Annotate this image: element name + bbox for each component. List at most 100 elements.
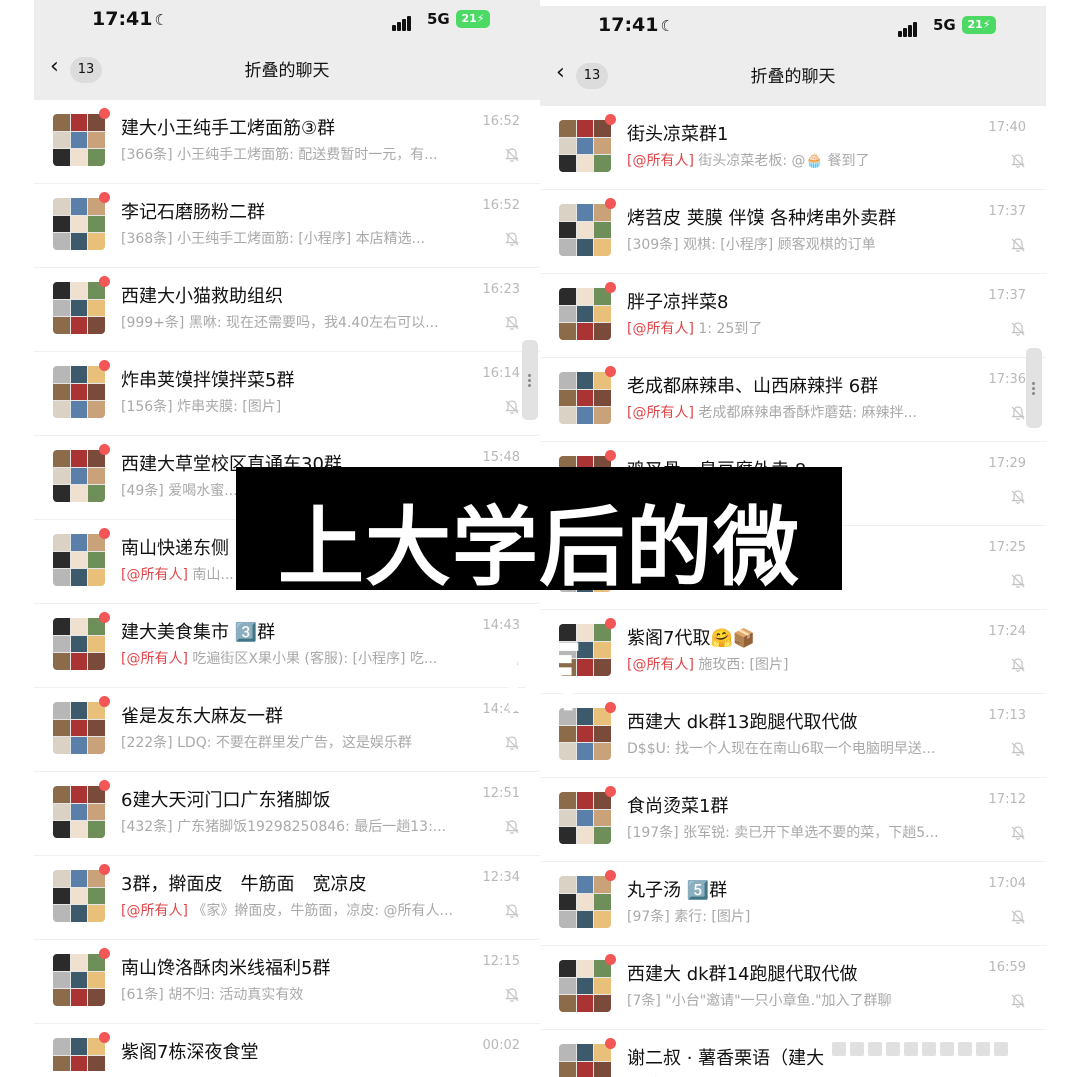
chat-row[interactable]: 炸串荚馍拌馍拌菜5群 16:14 [156条] 炸串夹膜: [图片] [34, 352, 540, 436]
chat-preview: [@所有人] 1: 25到了 [627, 318, 987, 338]
unread-dot [605, 1038, 616, 1049]
unread-dot [99, 612, 110, 623]
chat-preview: [156条] 炸串夹膜: [图片] [121, 396, 481, 416]
unread-dot [605, 786, 616, 797]
mute-bell-icon [505, 232, 519, 246]
signal-icon [392, 12, 412, 31]
group-avatar [53, 618, 105, 670]
chat-name: 李记石磨肠粉二群 [121, 202, 265, 223]
chat-preview: [61条] 胡不归: 活动真实有效 [121, 984, 481, 1004]
nav-bar: ‹ 13 折叠的聊天 [34, 52, 540, 88]
chat-preview: [309条] 观棋: [小程序] 顾客观棋的订单 [627, 234, 987, 254]
chat-name: 街头凉菜群1 [627, 124, 729, 145]
mute-bell-icon [505, 988, 519, 1002]
chat-time: 17:25 [988, 540, 1026, 555]
chat-name: 6建大天河门口广东猪脚饭 [121, 790, 331, 811]
group-avatar [559, 288, 611, 340]
battery-icon: 21⚡ [962, 16, 996, 34]
chat-name: 西建大 dk群14跑腿代取代做 [627, 964, 858, 985]
chat-row[interactable]: 紫阁7栋深夜食堂 00:02 [237条] Momoga: [动画表情] [34, 1024, 540, 1071]
mute-bell-icon [1011, 406, 1025, 420]
unread-dot [605, 114, 616, 125]
preview-text: 街头凉菜老板: @🧁 餐到了 [698, 153, 870, 169]
group-avatar [53, 282, 105, 334]
group-avatar [53, 114, 105, 166]
mute-bell-icon [1011, 658, 1025, 672]
chat-row[interactable]: 老成都麻辣串、山西麻辣拌 6群 17:36 [@所有人] 老成都麻辣串香酥炸蘑菇… [540, 358, 1046, 442]
unread-dot [99, 780, 110, 791]
chat-name: 南山馋洛酥肉米线福利5群 [121, 958, 331, 979]
chat-time: 17:29 [988, 456, 1026, 471]
preview-text: LDQ: 不要在群里发广告，这是娱乐群 [177, 735, 412, 751]
preview-text: 胡不归: 活动真实有效 [168, 987, 304, 1003]
status-time: 17:41 ☾ [92, 8, 168, 30]
chat-row[interactable]: 西建大小猫救助组织 16:23 [999+条] 黑咻: 现在还需要吗，我4.40… [34, 268, 540, 352]
chat-name: 胖子凉拌菜8 [627, 292, 729, 313]
chat-time: 16:23 [482, 282, 520, 297]
chat-row[interactable]: 烤苕皮 荚膜 伴馍 各种烤串外卖群 17:37 [309条] 观棋: [小程序]… [540, 190, 1046, 274]
chat-row[interactable]: 西建大 dk群14跑腿代取代做 16:59 [7条] "小台"邀请"一只小章鱼.… [540, 946, 1046, 1030]
moon-icon: ☾ [154, 11, 168, 29]
signal-icon [898, 18, 918, 37]
group-avatar [53, 198, 105, 250]
chat-preview: [368条] 小王纯手工烤面筋: [小程序] 本店精选... [121, 228, 481, 248]
top-bar: 17:41 ☾ 5G 21⚡ ‹ 13 折叠的聊天 [34, 0, 540, 100]
chat-preview: [@所有人] 老成都麻辣串香酥炸蘑菇: 麻辣拌... [627, 402, 987, 422]
status-time: 17:41 ☾ [598, 14, 674, 36]
group-avatar [53, 1038, 105, 1071]
unread-dot [605, 954, 616, 965]
mention-tag: [@所有人] [627, 405, 694, 421]
network-type: 5G [427, 10, 450, 28]
mute-bell-icon [505, 820, 519, 834]
chat-name: 丸子汤 5️⃣群 [627, 880, 728, 901]
message-count: [366条] [121, 147, 173, 163]
chat-row[interactable]: 街头凉菜群1 17:40 [@所有人] 街头凉菜老板: @🧁 餐到了 [540, 106, 1046, 190]
unread-dot [605, 198, 616, 209]
message-count: [156条] [121, 399, 173, 415]
chat-time: 17:13 [988, 708, 1026, 723]
group-avatar [53, 450, 105, 502]
chat-time: 17:37 [988, 288, 1026, 303]
mute-bell-icon [505, 904, 519, 918]
preview-text: 老成都麻辣串香酥炸蘑菇: 麻辣拌... [698, 405, 917, 421]
mention-tag: [@所有人] [627, 153, 694, 169]
chat-preview: [999+条] 黑咻: 现在还需要吗，我4.40左右可以... [121, 312, 481, 332]
chat-name: 炸串荚馍拌馍拌菜5群 [121, 370, 295, 391]
caption-banner: 上大学后的微信 [236, 467, 842, 723]
unread-dot [99, 276, 110, 287]
group-avatar [53, 702, 105, 754]
scroll-handle[interactable] [522, 340, 538, 420]
chat-name: 建大小王纯手工烤面筋③群 [121, 118, 336, 139]
preview-text: 1: 25到了 [698, 321, 763, 337]
scroll-handle[interactable] [1026, 348, 1042, 428]
chat-row[interactable]: 建大小王纯手工烤面筋③群 16:52 [366条] 小王纯手工烤面筋: 配送费暂… [34, 100, 540, 184]
unread-dot [99, 108, 110, 119]
chat-name: 西建大小猫救助组织 [121, 286, 283, 307]
group-avatar [53, 366, 105, 418]
chat-preview: [222条] LDQ: 不要在群里发广告，这是娱乐群 [121, 732, 481, 752]
mute-bell-icon [1011, 322, 1025, 336]
preview-text: "小台"邀请"一只小章鱼."加入了群聊 [665, 993, 892, 1009]
chat-row[interactable]: 3群，擀面皮 牛筋面 宽凉皮 12:34 [@所有人] 《家》擀面皮，牛筋面，凉… [34, 856, 540, 940]
chat-name: 食尚烫菜1群 [627, 796, 729, 817]
chat-time: 17:24 [988, 624, 1026, 639]
group-avatar [559, 1044, 611, 1077]
message-count: [49条] [121, 483, 164, 499]
group-avatar [53, 786, 105, 838]
unread-dot [99, 1032, 110, 1043]
chat-time: 16:52 [482, 114, 520, 129]
chat-row[interactable]: 李记石磨肠粉二群 16:52 [368条] 小王纯手工烤面筋: [小程序] 本店… [34, 184, 540, 268]
message-count: [61条] [121, 987, 164, 1003]
chat-preview: [@所有人] 《家》擀面皮，牛筋面，凉皮: @所有人... [121, 900, 481, 920]
chat-preview: D$$U: 找一个人现在在南山6取一个电脑明早送... [627, 738, 987, 758]
chat-row[interactable]: 6建大天河门口广东猪脚饭 12:51 [432条] 广东猪脚饭192982508… [34, 772, 540, 856]
chat-time: 12:51 [482, 786, 520, 801]
mute-bell-icon [1011, 574, 1025, 588]
chat-row[interactable]: 胖子凉拌菜8 17:37 [@所有人] 1: 25到了 [540, 274, 1046, 358]
chat-time: 17:40 [988, 120, 1026, 135]
chat-row[interactable]: 丸子汤 5️⃣群 17:04 [97条] 素行: [图片] [540, 862, 1046, 946]
status-bar: 17:41 ☾ 5G 21⚡ [34, 6, 540, 36]
message-count: [368条] [121, 231, 173, 247]
chat-row[interactable]: 食尚烫菜1群 17:12 [197条] 张军锐: 卖已开下单选不要的菜，下趟5.… [540, 778, 1046, 862]
chat-row[interactable]: 南山馋洛酥肉米线福利5群 12:15 [61条] 胡不归: 活动真实有效 [34, 940, 540, 1024]
